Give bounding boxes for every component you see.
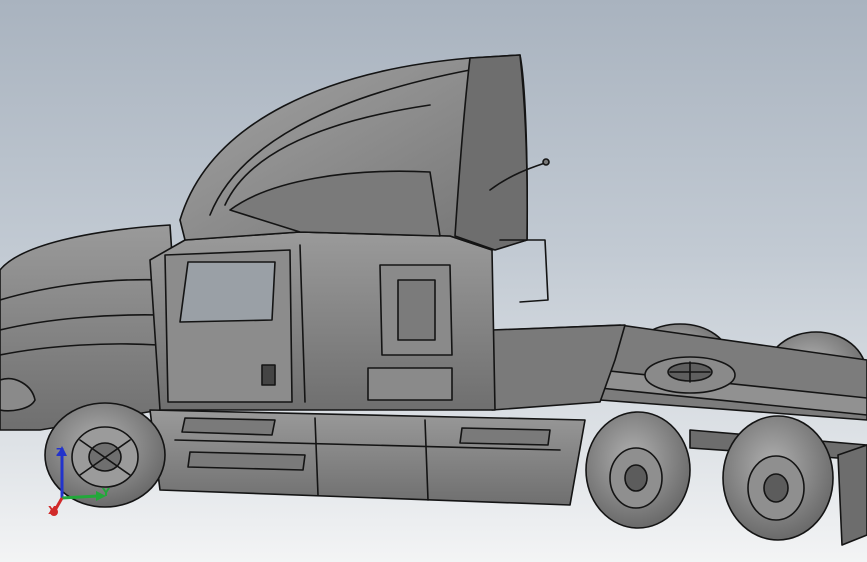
graphics-viewport[interactable]: Z Y X bbox=[0, 0, 867, 562]
rear-wheel-2 bbox=[722, 415, 834, 541]
x-label: X bbox=[48, 504, 57, 517]
cab-body bbox=[149, 54, 529, 411]
truck-model[interactable] bbox=[0, 0, 867, 562]
y-label: Y bbox=[101, 486, 111, 499]
z-label: Z bbox=[56, 446, 64, 459]
hood bbox=[0, 224, 176, 431]
y-axis bbox=[61, 494, 99, 500]
side-skirt bbox=[149, 409, 586, 506]
reference-triad: Z Y X bbox=[48, 446, 111, 517]
mudflap bbox=[837, 444, 867, 546]
rear-wheel-1 bbox=[585, 411, 691, 529]
fifth-wheel bbox=[644, 356, 736, 394]
